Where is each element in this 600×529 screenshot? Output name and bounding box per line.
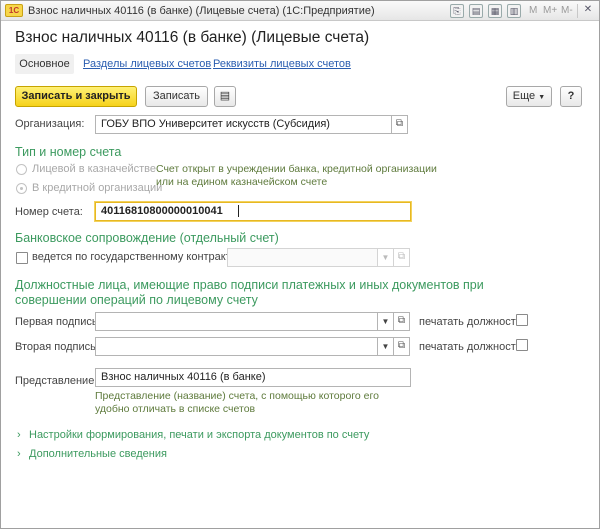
open-icon[interactable]: ⧉: [394, 312, 410, 331]
text-cursor: [238, 205, 239, 217]
representation-field[interactable]: Взнос наличных 40116 (в банке): [95, 368, 411, 387]
second-signature-field[interactable]: [95, 337, 378, 356]
save-and-close-button[interactable]: Записать и закрыть: [15, 86, 137, 107]
application-window: 1С Взнос наличных 40116 (в банке) (Лицев…: [0, 0, 600, 529]
account-type-hint: Счет открыт в учреждении банка, кредитно…: [156, 163, 437, 188]
tab-account-details[interactable]: Реквизиты лицевых счетов: [213, 58, 351, 70]
organization-label: Организация:: [15, 118, 85, 130]
save-button[interactable]: Записать: [145, 86, 208, 107]
account-number-label: Номер счета:: [15, 206, 83, 218]
expander-additional[interactable]: › Дополнительные сведения: [17, 448, 167, 460]
memory-button[interactable]: M: [529, 5, 537, 16]
gov-contract-field[interactable]: [227, 248, 378, 267]
open-icon[interactable]: ⧉: [394, 337, 410, 356]
radio-credit-org[interactable]: [16, 183, 27, 194]
tab-main[interactable]: Основное: [15, 54, 74, 74]
open-icon[interactable]: ⧉: [392, 115, 408, 134]
first-print-position-checkbox[interactable]: [516, 314, 528, 326]
chevron-down-icon: ▼: [538, 94, 546, 101]
more-label: Еще: [512, 90, 536, 102]
section-bank-support: Банковское сопровождение (отдельный счет…: [15, 231, 279, 245]
link-icon[interactable]: ⎘: [450, 4, 464, 18]
print-icon[interactable]: ▤: [469, 4, 483, 18]
expander-additional-label: Дополнительные сведения: [29, 448, 167, 460]
chevron-down-icon[interactable]: ▼: [378, 248, 394, 267]
more-button[interactable]: Еще ▼: [506, 86, 552, 107]
gov-contract-checkbox[interactable]: [16, 252, 28, 264]
radio-credit-org-label: В кредитной организации: [32, 182, 163, 194]
tab-account-sections[interactable]: Разделы лицевых счетов: [83, 58, 211, 70]
close-icon[interactable]: ✕: [581, 4, 595, 18]
account-number-field[interactable]: 40116810800000010041: [95, 202, 411, 221]
first-signature-label: Первая подпись:: [15, 316, 101, 328]
toolbar-divider: [577, 4, 578, 18]
gov-contract-label: ведется по государственному контракту:: [32, 251, 240, 263]
expander-settings-label: Настройки формирования, печати и экспорт…: [29, 429, 370, 441]
second-signature-label: Вторая подпись:: [15, 341, 99, 353]
representation-label: Представление:: [15, 375, 98, 387]
radio-treasury-label: Лицевой в казначействе: [32, 163, 157, 175]
chevron-right-icon: ›: [17, 429, 21, 441]
title-bar: 1С Взнос наличных 40116 (в банке) (Лицев…: [1, 1, 599, 21]
first-signature-field[interactable]: [95, 312, 378, 331]
open-icon[interactable]: ⧉: [394, 248, 410, 267]
section-account-type: Тип и номер счета: [15, 145, 122, 159]
second-print-position-checkbox[interactable]: [516, 339, 528, 351]
calculator-icon[interactable]: ▥: [507, 4, 521, 18]
window-title: Взнос наличных 40116 (в банке) (Лицевые …: [28, 5, 375, 17]
organization-field[interactable]: ГОБУ ВПО Университет искусств (Субсидия): [95, 115, 392, 134]
section-signatures: Должностные лица, имеющие право подписи …: [15, 278, 484, 307]
app-logo-icon[interactable]: 1С: [5, 4, 23, 17]
representation-hint: Представление (название) счета, с помощь…: [95, 390, 379, 415]
chevron-down-icon[interactable]: ▼: [378, 312, 394, 331]
chevron-right-icon: ›: [17, 448, 21, 460]
second-print-position-label: печатать должность:: [419, 341, 525, 353]
first-print-position-label: печатать должность:: [419, 316, 525, 328]
calendar-icon[interactable]: ▦: [488, 4, 502, 18]
list-icon[interactable]: ▤: [214, 86, 236, 107]
memory-plus-button[interactable]: M+: [543, 5, 557, 16]
radio-treasury[interactable]: [16, 164, 27, 175]
chevron-down-icon[interactable]: ▼: [378, 337, 394, 356]
expander-settings[interactable]: › Настройки формирования, печати и экспор…: [17, 429, 369, 441]
memory-minus-button[interactable]: M-: [561, 5, 573, 16]
help-button[interactable]: ?: [560, 86, 582, 107]
page-title: Взнос наличных 40116 (в банке) (Лицевые …: [15, 29, 370, 46]
